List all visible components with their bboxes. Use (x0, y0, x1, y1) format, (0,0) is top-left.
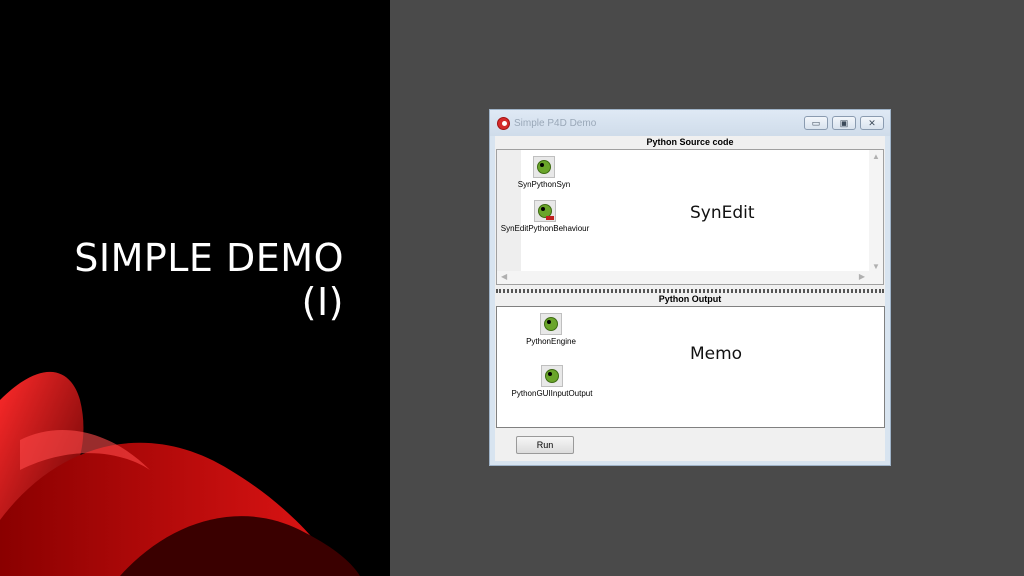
vertical-scrollbar[interactable]: ▲ ▼ (869, 150, 883, 272)
run-button[interactable]: Run (516, 436, 574, 454)
python-behaviour-icon (534, 200, 556, 222)
editor-placeholder-label: SynEdit (690, 203, 755, 223)
component-pythonengine[interactable]: PythonEngine (523, 313, 579, 346)
slide-title-line2: (I) (301, 280, 344, 324)
memo-placeholder-label: Memo (690, 344, 743, 364)
component-label: SynEditPythonBehaviour (500, 224, 590, 233)
close-button[interactable]: ✕ (860, 116, 884, 130)
component-label: SynPythonSyn (517, 180, 571, 189)
maximize-button[interactable]: ▣ (832, 116, 856, 130)
component-synpythonsyn[interactable]: SynPythonSyn (513, 156, 575, 189)
scroll-up-icon[interactable]: ▲ (872, 152, 880, 161)
demo-window: Simple P4D Demo ▭ ▣ ✕ Python Source code… (489, 109, 891, 466)
window-title: Simple P4D Demo (514, 118, 597, 129)
output-header: Python Output (658, 294, 722, 304)
component-label: PythonEngine (526, 337, 576, 346)
component-syneditpythonbehaviour[interactable]: SynEditPythonBehaviour (497, 200, 593, 233)
minimize-button[interactable]: ▭ (804, 116, 828, 130)
python-io-icon (541, 365, 563, 387)
scroll-down-icon[interactable]: ▼ (872, 262, 880, 271)
slide-title-line1: SIMPLE DEMO (74, 236, 344, 280)
python-engine-icon (540, 313, 562, 335)
component-pythonguiinputoutput[interactable]: PythonGUIInputOutput (505, 365, 599, 398)
scroll-right-icon[interactable]: ▶ (859, 272, 865, 281)
horizontal-scrollbar[interactable]: ◀ ▶ (497, 271, 883, 284)
scroll-left-icon[interactable]: ◀ (501, 272, 507, 281)
synedit-editor[interactable]: ▲ ▼ ◀ ▶ SynPythonSyn SynEditPythonBehavi… (496, 149, 884, 285)
python-highlighter-icon (533, 156, 555, 178)
slide-title: SIMPLE DEMO (I) (74, 236, 344, 324)
output-memo[interactable]: PythonEngine PythonGUIInputOutput Memo (496, 306, 885, 428)
left-panel: SIMPLE DEMO (I) (0, 0, 390, 576)
source-header: Python Source code (646, 137, 734, 147)
app-icon (497, 117, 510, 130)
title-bar[interactable]: Simple P4D Demo ▭ ▣ ✕ (490, 110, 890, 136)
window-client-area: Python Source code ▲ ▼ ◀ ▶ SynPythonSyn … (495, 136, 885, 461)
component-label: PythonGUIInputOutput (511, 389, 593, 398)
